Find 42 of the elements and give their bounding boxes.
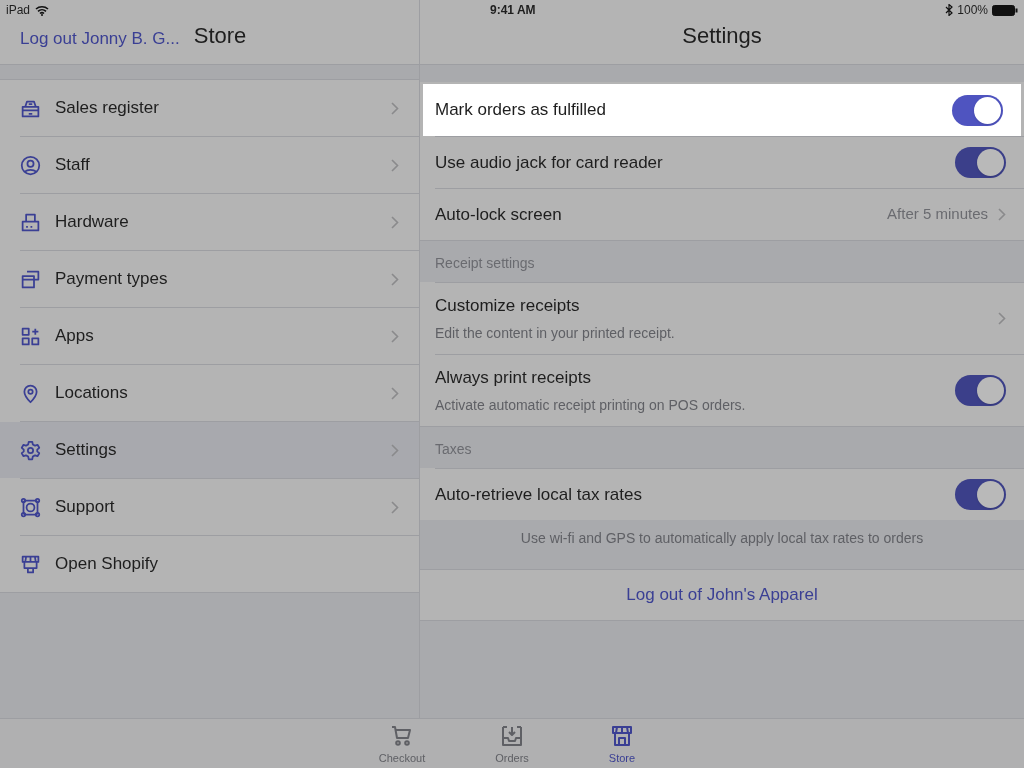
setting-label: Auto-retrieve local tax rates xyxy=(435,483,643,506)
lifebuoy-icon xyxy=(20,496,41,518)
section-header: Receipt settings xyxy=(435,254,535,273)
setting-value: After 5 minutes xyxy=(887,204,988,225)
cart-icon xyxy=(390,724,414,748)
setting-label: Always print receipts xyxy=(435,367,592,390)
toggle-row[interactable]: Mark orders as fulfilled xyxy=(423,84,1021,136)
battery-icon xyxy=(992,4,1018,16)
chevron-icon xyxy=(998,312,1006,325)
wifi-icon xyxy=(35,4,50,16)
printer-icon xyxy=(20,211,41,233)
clock: 9:41 AM xyxy=(490,2,536,19)
logout-link[interactable]: Log out Jonny B. G... xyxy=(20,25,180,51)
footnote-text: Use wi-fi and GPS to automatically apply local tax rates to orders xyxy=(520,529,924,548)
bluetooth-icon xyxy=(945,4,954,16)
page-title: Settings xyxy=(682,22,762,50)
setting-description: Activate automatic receipt printing on POS orders. xyxy=(435,395,747,415)
sidebar-item[interactable]: Settings xyxy=(0,422,419,478)
setting-label: Customize receipts xyxy=(435,295,581,318)
tab[interactable]: Store xyxy=(592,719,652,768)
apps-icon xyxy=(20,325,41,347)
user-circle-icon xyxy=(20,154,41,176)
settings-icon xyxy=(20,439,41,461)
storefront-icon xyxy=(20,553,41,575)
inbox-download-icon xyxy=(500,724,524,748)
toggle-switch[interactable] xyxy=(955,147,1006,178)
setting-description: Edit the content in your printed receipt. xyxy=(435,323,676,343)
carrier-label: iPad xyxy=(6,2,31,19)
setting-label: Use audio jack for card reader xyxy=(435,151,664,174)
toggle-row[interactable]: Use audio jack for card reader xyxy=(435,136,1024,188)
toggle-switch[interactable] xyxy=(955,375,1006,406)
section-header: Taxes xyxy=(435,440,472,459)
battery-percent: 100% xyxy=(957,2,988,19)
settings-row[interactable]: Customize receipts Edit the content in your printed receipt. xyxy=(435,282,1024,354)
setting-label: Mark orders as fulfilled xyxy=(435,99,607,122)
cards-icon xyxy=(20,268,41,290)
storefront-icon xyxy=(610,724,634,748)
chevron-icon xyxy=(998,208,1006,221)
sidebar-title: Store xyxy=(193,22,247,50)
toggle-switch[interactable] xyxy=(952,94,1003,126)
setting-label: Auto-lock screen xyxy=(435,203,563,226)
toggle-switch[interactable] xyxy=(955,479,1006,510)
